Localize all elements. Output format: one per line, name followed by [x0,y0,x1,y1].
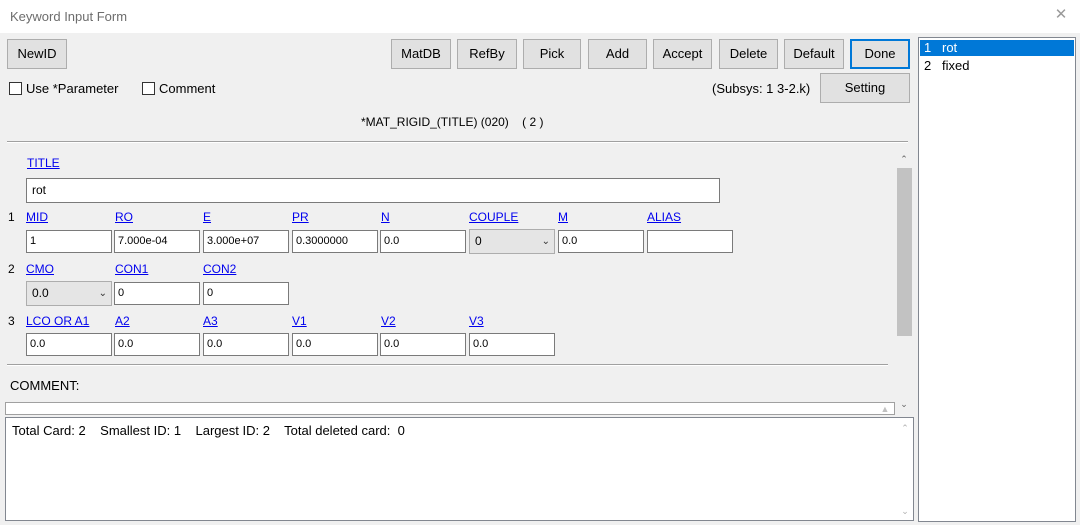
con1-label[interactable]: CON1 [115,262,148,276]
n-input[interactable]: 0.0 [380,230,466,253]
v1-label[interactable]: V1 [292,314,307,328]
card-row-number: 3 [8,314,15,328]
cmo-value: 0.0 [32,286,49,300]
list-item[interactable]: 1 rot [920,40,1074,56]
scroll-down-icon[interactable]: ⌄ [898,504,912,518]
setting-button[interactable]: Setting [820,73,910,103]
list-item-name: fixed [942,58,970,73]
m-label[interactable]: M [558,210,568,224]
scrollbar-thumb[interactable] [897,168,912,336]
ro-label[interactable]: RO [115,210,133,224]
card-row-number: 2 [8,262,15,276]
list-item-name: rot [942,40,958,55]
status-scrollbar[interactable]: ⌃ ⌄ [896,418,913,520]
n-label[interactable]: N [381,210,390,224]
pick-button[interactable]: Pick [523,39,581,69]
a3-label[interactable]: A3 [203,314,218,328]
divider [7,364,888,366]
a2-label[interactable]: A2 [115,314,130,328]
mid-input[interactable]: 1 [26,230,112,253]
pr-input[interactable]: 0.3000000 [292,230,378,253]
scroll-down-icon[interactable]: ⌄ [897,397,911,411]
default-button[interactable]: Default [784,39,844,69]
done-button[interactable]: Done [850,39,910,69]
checkbox-box[interactable] [9,82,22,95]
con2-label[interactable]: CON2 [203,262,236,276]
form-scrollbar[interactable]: ⌃ ⌄ [896,150,913,414]
couple-select[interactable]: 0 ⌄ [469,229,555,254]
accept-button[interactable]: Accept [653,39,712,69]
chevron-down-icon: ⌄ [541,236,550,247]
close-icon[interactable]: ✕ [1054,7,1068,22]
status-panel: Total Card: 2 Smallest ID: 1 Largest ID:… [5,417,914,521]
v1-input[interactable]: 0.0 [292,333,378,356]
refby-button[interactable]: RefBy [457,39,517,69]
cmo-select[interactable]: 0.0 ⌄ [26,281,112,306]
delete-button[interactable]: Delete [719,39,778,69]
keyword-list[interactable]: 1 rot 2 fixed [918,37,1076,522]
scroll-up-icon[interactable]: ▲ [878,403,892,415]
mid-label[interactable]: MID [26,210,48,224]
use-parameter-checkbox[interactable]: Use *Parameter [9,81,118,96]
con1-input[interactable]: 0 [114,282,200,305]
title-input[interactable]: rot [26,178,720,203]
window-title: Keyword Input Form [10,9,128,24]
newid-button[interactable]: NewID [7,39,67,69]
comment-textarea[interactable]: ▲ [5,402,895,415]
checkbox-box[interactable] [142,82,155,95]
chevron-down-icon: ⌄ [98,288,107,299]
use-parameter-label: Use *Parameter [26,81,119,96]
subsys-label: (Subsys: 1 3-2.k) [712,81,811,96]
e-input[interactable]: 3.000e+07 [203,230,289,253]
v3-label[interactable]: V3 [469,314,484,328]
card-row-number: 1 [8,210,15,224]
m-input[interactable]: 0.0 [558,230,644,253]
title-field-label[interactable]: TITLE [27,156,60,170]
status-text: Total Card: 2 Smallest ID: 1 Largest ID:… [12,423,405,438]
title-bar: Keyword Input Form ✕ [0,0,1080,33]
ro-input[interactable]: 7.000e-04 [114,230,200,253]
scroll-up-icon[interactable]: ⌃ [898,421,912,435]
list-item-number: 1 [924,40,932,55]
matdb-button[interactable]: MatDB [391,39,451,69]
v3-input[interactable]: 0.0 [469,333,555,356]
divider [7,141,908,143]
cmo-label[interactable]: CMO [26,262,54,276]
e-label[interactable]: E [203,210,211,224]
comment-section-label: COMMENT: [10,378,80,393]
alias-input[interactable] [647,230,733,253]
con2-input[interactable]: 0 [203,282,289,305]
keyword-heading: *MAT_RIGID_(TITLE) (020) ( 2 ) [361,115,544,129]
couple-value: 0 [475,234,482,248]
add-button[interactable]: Add [588,39,647,69]
comment-checkbox[interactable]: Comment [142,81,215,96]
couple-label[interactable]: COUPLE [469,210,518,224]
a3-input[interactable]: 0.0 [203,333,289,356]
list-item[interactable]: 2 fixed [920,58,1074,74]
v2-input[interactable]: 0.0 [380,333,466,356]
a2-input[interactable]: 0.0 [114,333,200,356]
scroll-up-icon[interactable]: ⌃ [897,152,911,166]
lco-or-a1-input[interactable]: 0.0 [26,333,112,356]
v2-label[interactable]: V2 [381,314,396,328]
pr-label[interactable]: PR [292,210,309,224]
alias-label[interactable]: ALIAS [647,210,681,224]
list-item-number: 2 [924,58,932,73]
lco-or-a1-label[interactable]: LCO OR A1 [26,314,89,328]
comment-checkbox-label: Comment [159,81,216,96]
